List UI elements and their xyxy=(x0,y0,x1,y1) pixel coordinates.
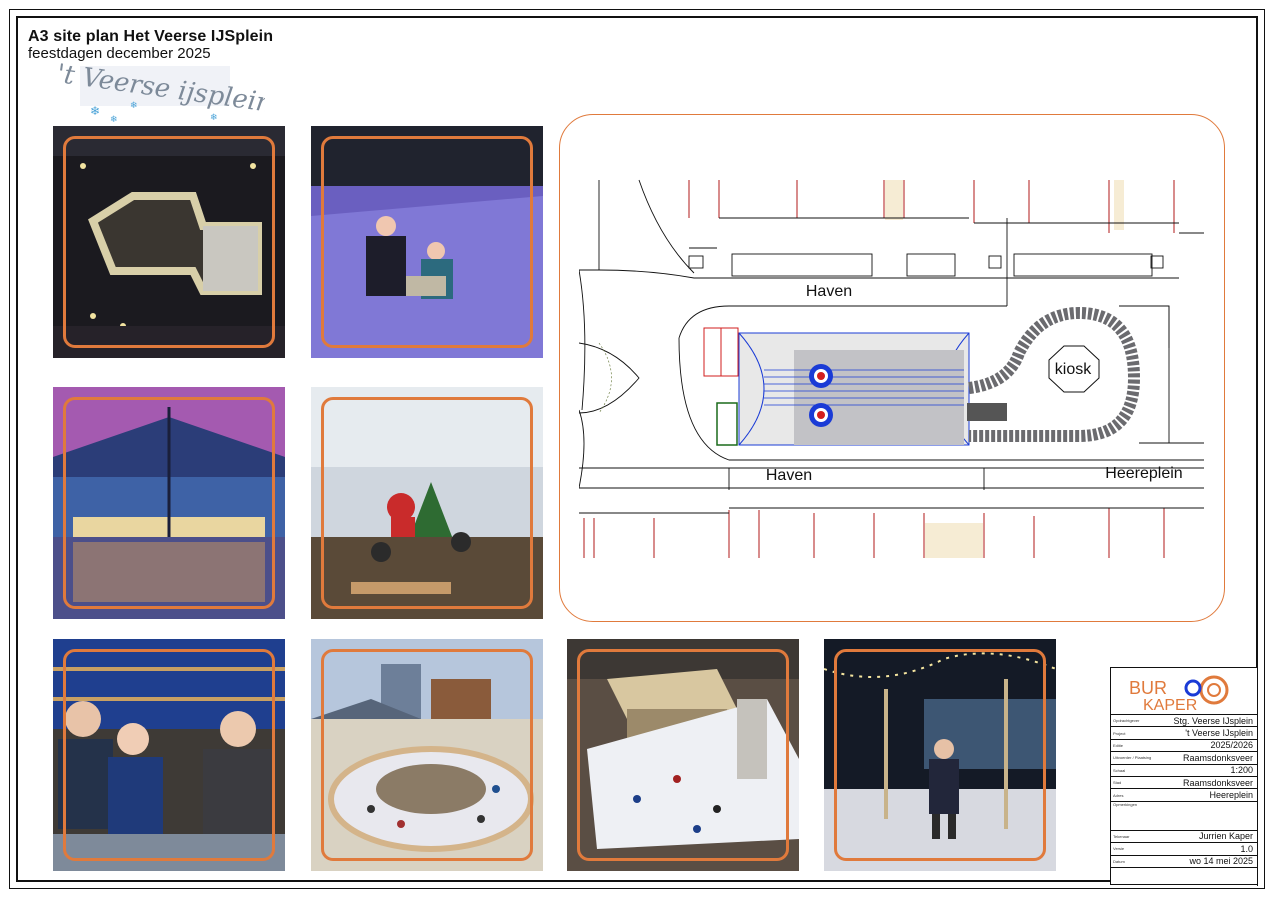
title-block-value: Raamsdonksveer xyxy=(1182,752,1253,763)
title-block-row: Versie 1.0 xyxy=(1111,843,1257,856)
title-block-row: Stad Raamsdonksveer xyxy=(1111,777,1257,790)
buro-kaper-logo: BUR KAPER xyxy=(1111,668,1257,715)
svg-text:❄: ❄ xyxy=(90,104,100,118)
title-block-value: Raamsdonksveer xyxy=(1182,777,1253,788)
title-block-value: wo 14 mei 2025 xyxy=(1189,856,1253,867)
photo-frame xyxy=(321,649,533,861)
svg-text:❄: ❄ xyxy=(210,112,218,122)
photo-frame xyxy=(577,649,789,861)
title-block-row: Datum wo 14 mei 2025 xyxy=(1111,856,1257,868)
title-block-value: 1.0 xyxy=(1240,843,1253,854)
title-block-key: Opdrachtgever xyxy=(1113,718,1140,724)
title-block-key: Project xyxy=(1113,730,1126,736)
title-block-value: Heereplein xyxy=(1209,790,1253,801)
title-block-side-notes xyxy=(1257,668,1266,886)
title-block-value: 2025/2026 xyxy=(1210,740,1253,751)
title-block-key: Tekenaar xyxy=(1113,833,1130,839)
title-block-value: 't Veerse IJsplein xyxy=(1185,728,1253,739)
skaters-under-tent-photo xyxy=(311,126,543,358)
title-block-key: Stad xyxy=(1113,780,1122,786)
title-block-key: Editie xyxy=(1113,742,1124,748)
photo-frame xyxy=(321,136,533,348)
title-block-row: Uitvoerder / Plaatsing Raamsdonksveer xyxy=(1111,752,1257,765)
title-block-key: Versie xyxy=(1113,846,1125,852)
street-label-heereplein: Heereplein xyxy=(1105,465,1182,482)
street-label-haven-bottom: Haven xyxy=(766,467,812,484)
svg-text:KAPER: KAPER xyxy=(1143,697,1197,714)
title-block-key: Uitvoerder / Plaatsing xyxy=(1113,755,1152,761)
title-block-row: Adres Heereplein xyxy=(1111,789,1257,802)
title-block-row: Project 't Veerse IJsplein xyxy=(1111,727,1257,740)
title-block-value: 1:200 xyxy=(1230,765,1253,776)
title-block-value: Stg. Veerse IJsplein xyxy=(1173,715,1253,726)
photo-frame xyxy=(834,649,1046,861)
street-label-haven-top: Haven xyxy=(806,283,852,300)
svg-text:❄: ❄ xyxy=(110,114,118,124)
title-block-value: Jurrien Kaper xyxy=(1198,831,1253,842)
svg-text:BUR: BUR xyxy=(1129,678,1167,698)
veerse-ijsplein-logo: 't Veerse ijsplein ❄ ❄ ❄ ❄ xyxy=(55,60,265,124)
rink-daytime-overview-photo xyxy=(311,639,543,871)
photo-frame xyxy=(63,397,275,609)
top-buildings xyxy=(688,180,1175,233)
tent-interior-reflection-photo xyxy=(53,387,285,619)
photo-frame xyxy=(321,397,533,609)
site-plan-drawing: kiosk Haven Haven Heereplein xyxy=(579,179,1204,558)
ice-rink xyxy=(703,327,1007,446)
rink-with-pavilion-photo xyxy=(567,639,799,871)
skater-evening-lights-photo xyxy=(824,639,1056,871)
santa-christmas-tree-photo xyxy=(311,387,543,619)
title-block-row: Opdrachtgever Stg. Veerse IJsplein xyxy=(1111,715,1257,728)
aerial-night-rink-photo xyxy=(53,126,285,358)
title-block-key: Schaal xyxy=(1113,767,1126,773)
photo-frame xyxy=(63,136,275,348)
title-block-row: Schaal 1:200 xyxy=(1111,765,1257,777)
page-title: A3 site plan Het Veerse IJSplein xyxy=(28,28,274,45)
svg-text:❄: ❄ xyxy=(130,100,138,110)
title-block-row: Tekenaar Jurrien Kaper xyxy=(1111,831,1257,844)
title-block-row: Editie 2025/2026 xyxy=(1111,740,1257,753)
kiosk-label: kiosk xyxy=(1055,361,1092,378)
title-block-row: Opmerkingen xyxy=(1111,802,1257,831)
title-block-key: Adres xyxy=(1113,792,1124,798)
skate-rental-group-photo xyxy=(53,639,285,871)
title-block-key: Opmerkingen xyxy=(1113,801,1138,807)
title-block: BUR KAPER Opdrachtgever Stg. Veerse IJspl… xyxy=(1110,667,1258,886)
photo-frame xyxy=(63,649,275,861)
title-block-key: Datum xyxy=(1113,858,1125,864)
